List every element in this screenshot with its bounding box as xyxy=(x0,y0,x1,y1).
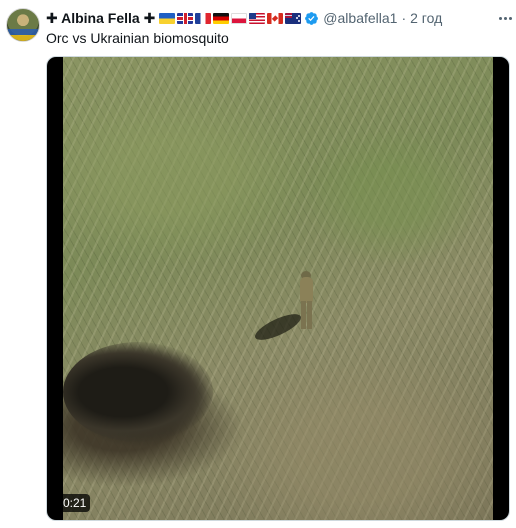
separator-dot: · xyxy=(401,10,407,26)
more-options-icon[interactable] xyxy=(496,9,514,27)
avatar[interactable] xyxy=(6,8,40,42)
author-flags xyxy=(159,12,302,24)
author-name[interactable]: ✚ Albina Fella ✚ xyxy=(46,9,155,27)
france-flag-icon xyxy=(195,12,212,24)
verified-badge-icon xyxy=(304,11,319,26)
australia-flag-icon xyxy=(285,12,302,24)
canada-flag-icon xyxy=(267,12,284,24)
tweet-timestamp[interactable]: 2 год xyxy=(410,9,442,27)
video-player[interactable]: 0:21 xyxy=(46,56,510,521)
germany-flag-icon xyxy=(213,12,230,24)
author-handle[interactable]: @albafella1 xyxy=(323,9,397,27)
tweet-text: Orc vs Ukrainian biomosquito xyxy=(46,30,229,46)
tweet-header: ✚ Albina Fella ✚ @albafella1 · 2 год xyxy=(46,9,442,27)
ukraine-flag-icon xyxy=(159,12,176,24)
uk-flag-icon xyxy=(177,12,194,24)
poland-flag-icon xyxy=(231,12,248,24)
video-frame[interactable] xyxy=(63,57,493,520)
usa-flag-icon xyxy=(249,12,266,24)
video-duration: 0:21 xyxy=(59,494,91,512)
avatar-image xyxy=(7,28,39,41)
soldier xyxy=(295,271,317,331)
tweet: ✚ Albina Fella ✚ @albafella1 · 2 год Orc… xyxy=(0,0,516,528)
crater xyxy=(63,342,213,442)
